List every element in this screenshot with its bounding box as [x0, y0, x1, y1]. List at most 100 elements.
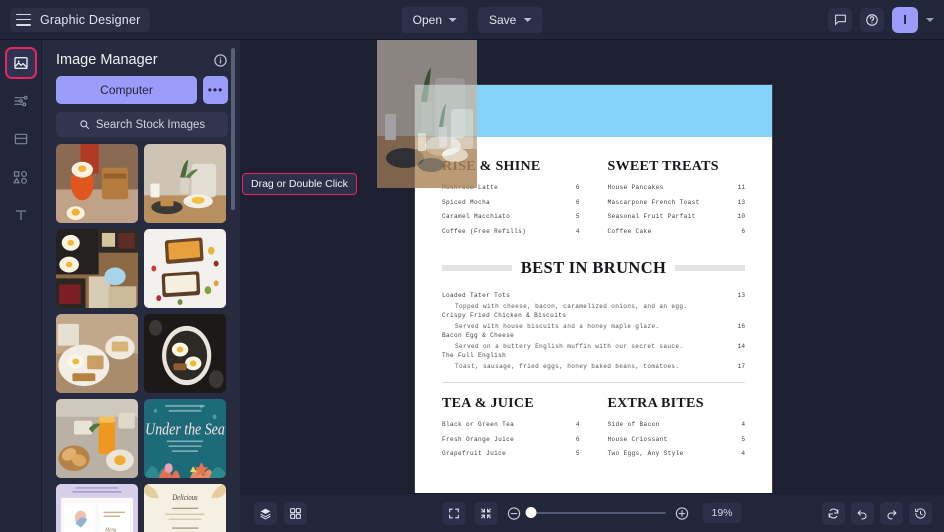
history-actions [822, 502, 932, 525]
computer-button[interactable]: Computer [56, 76, 197, 104]
chat-button[interactable] [828, 8, 852, 32]
feature-item: Crispy Fried Chicken & Biscuits Served w… [442, 312, 745, 330]
rule-right [675, 265, 745, 271]
account-chevron-down-icon[interactable] [926, 18, 934, 22]
thumbnail-image [144, 229, 226, 308]
item-name: Spiced Mocha [442, 199, 490, 206]
item-name: Black or Green Tea [442, 421, 514, 428]
sidebar-item-images[interactable] [7, 49, 35, 77]
item-name: Grapefruit Juice [442, 450, 506, 457]
text-icon [13, 207, 29, 223]
avatar[interactable]: I [892, 7, 918, 33]
source-row: Computer ••• [42, 76, 240, 104]
panel-header: Image Manager [42, 40, 240, 76]
zoom-out-button[interactable] [506, 506, 521, 521]
thumbnail-breakfast-table-plant[interactable] [144, 144, 226, 223]
thumbnail-menu-template-cream[interactable]: Delicious [144, 484, 226, 532]
menu-row: Black or Green Tea 4 [442, 421, 580, 428]
open-label: Open [413, 13, 442, 27]
bottom-bar: 19% [240, 493, 944, 532]
brand-button[interactable]: Graphic Designer [10, 8, 150, 32]
avatar-initial: I [903, 12, 907, 27]
item-price: 16 [738, 323, 745, 330]
sidebar-item-shapes[interactable] [7, 163, 35, 191]
thumbnail-image [56, 314, 138, 393]
thumbnail-open-sandwich-toast[interactable] [144, 229, 226, 308]
feature-item-line: Served with house biscuits and a honey m… [442, 319, 745, 330]
item-name: House Pancakes [608, 184, 664, 191]
item-description: Toast, sausage, fried eggs, honey baked … [442, 363, 679, 370]
info-icon[interactable] [213, 53, 228, 68]
svg-text:Under the Sea: Under the Sea [145, 420, 225, 438]
item-description: Served with house biscuits and a honey m… [442, 323, 659, 330]
save-button[interactable]: Save [478, 7, 542, 33]
feature-item: The Full English Toast, sausage, fried e… [442, 352, 745, 370]
menu-row: Coffee (Free Refills) 4 [442, 228, 580, 235]
layers-button[interactable] [254, 502, 277, 525]
thumbnail-brunch-spread-juice[interactable] [56, 399, 138, 478]
feature-heading: BEST IN BRUNCH [521, 258, 667, 278]
top-sections: RISE & SHINE Mushroom Latte 6 Spiced Moc… [442, 159, 745, 242]
thumbnail-skillet-eggs-bowl[interactable] [144, 314, 226, 393]
zoom-controls: 19% [442, 502, 741, 525]
thumbnail-under-the-sea-flyer[interactable]: Under the Sea [144, 399, 226, 478]
item-name: The Full English [442, 352, 506, 359]
app-title: Graphic Designer [40, 13, 140, 27]
item-description: Served on a buttery English muffin with … [442, 343, 683, 350]
thumbnail-fried-eggs-platter[interactable] [56, 229, 138, 308]
open-button[interactable]: Open [402, 7, 468, 33]
hamburger-icon[interactable] [16, 14, 31, 26]
item-price: 4 [741, 421, 745, 428]
sync-button[interactable] [822, 502, 845, 525]
undo-button[interactable] [851, 502, 874, 525]
item-name: Mascarpone French Toast [608, 199, 700, 206]
app-root: Graphic Designer Open Save [0, 0, 944, 532]
item-price: 6 [576, 436, 580, 443]
item-price: 4 [576, 421, 580, 428]
top-bar: Graphic Designer Open Save [0, 0, 944, 40]
item-name: House Criossant [608, 436, 668, 443]
item-price: 5 [576, 213, 580, 220]
search-stock-images-button[interactable]: Search Stock Images [56, 112, 228, 137]
search-icon [79, 119, 90, 130]
help-button[interactable] [860, 8, 884, 32]
sidebar-item-layouts[interactable] [7, 125, 35, 153]
item-price: 6 [576, 184, 580, 191]
thumbnail-menu-template-purple[interactable]: MENU Menu [56, 484, 138, 532]
item-price: 11 [738, 184, 745, 191]
section-extra-bites: EXTRA BITES Side of Bacon 4 House Crioss… [608, 396, 746, 465]
feature-item-line: Served on a buttery English muffin with … [442, 339, 745, 350]
item-name: Crispy Fried Chicken & Biscuits [442, 312, 566, 319]
tool-rail [0, 40, 42, 532]
redo-button[interactable] [880, 502, 903, 525]
canvas-area[interactable]: RISE & SHINE Mushroom Latte 6 Spiced Moc… [240, 40, 944, 493]
menu-row: Side of Bacon 4 [608, 421, 746, 428]
bottom-sections: TEA & JUICE Black or Green Tea 4 Fresh O… [442, 396, 745, 465]
feature-item: Loaded Tater Tots 13 Topped with cheese,… [442, 292, 745, 310]
more-options-button[interactable]: ••• [203, 76, 228, 104]
thumbnail-image: Under the Sea [144, 399, 226, 478]
zoom-slider-handle[interactable] [525, 507, 536, 518]
thumbnail-eggs-in-cup-toast[interactable] [56, 144, 138, 223]
top-right-actions: I [828, 7, 934, 33]
thumbnail-diner-breakfast-plate[interactable] [56, 314, 138, 393]
item-name: Bacon Egg & Cheese [442, 332, 514, 339]
feature-items: Loaded Tater Tots 13 Topped with cheese,… [442, 292, 745, 370]
fit-screen-button[interactable] [442, 502, 465, 525]
zoom-in-button[interactable] [674, 506, 689, 521]
sidebar-item-adjustments[interactable] [7, 87, 35, 115]
item-price: 10 [738, 213, 745, 220]
zoom-slider[interactable] [530, 512, 665, 514]
thumbnail-image [144, 144, 226, 223]
zoom-level[interactable]: 19% [702, 503, 741, 523]
grid-button[interactable] [284, 502, 307, 525]
item-price: 6 [741, 228, 745, 235]
feature-item-line: Bacon Egg & Cheese [442, 332, 745, 339]
collapse-button[interactable] [474, 502, 497, 525]
panel-scrollbar[interactable] [231, 48, 235, 210]
item-name: Coffee Cake [608, 228, 652, 235]
history-button[interactable] [909, 502, 932, 525]
help-icon [865, 13, 879, 27]
sidebar-item-text[interactable] [7, 201, 35, 229]
file-actions: Open Save [402, 7, 543, 33]
